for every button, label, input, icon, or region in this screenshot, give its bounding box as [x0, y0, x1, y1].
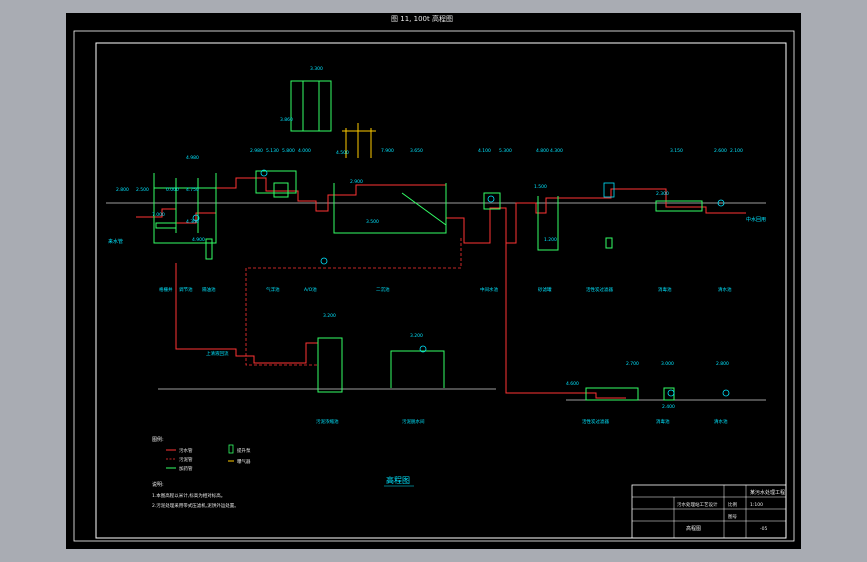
svg-text:4.600: 4.600 — [566, 381, 579, 387]
lower-unit-label: 清水池 — [714, 418, 728, 425]
svg-text:2.800: 2.800 — [116, 187, 129, 193]
svg-text:5.800: 5.800 — [282, 148, 295, 154]
svg-text:2.300: 2.300 — [656, 191, 669, 197]
process-label: 活性炭过滤器 — [586, 286, 613, 293]
sludge-return-label: 上清液回流 — [206, 350, 229, 357]
svg-text:比例: 比例 — [728, 501, 737, 508]
svg-text:7.900: 7.900 — [381, 148, 394, 154]
svg-text:某污水处理工程: 某污水处理工程 — [750, 489, 785, 496]
process-label: A/O池 — [304, 286, 317, 293]
svg-text:4.980: 4.980 — [186, 155, 199, 161]
process-label: 气浮池 — [266, 286, 280, 293]
svg-text:2.污泥处理采用带式压滤机,泥饼外运处置。: 2.污泥处理采用带式压滤机,泥饼外运处置。 — [152, 502, 239, 509]
svg-text:4.900: 4.900 — [192, 237, 205, 243]
svg-text:5.300: 5.300 — [499, 148, 512, 154]
drawing-sheet: 图 11, 100t 高程图 3.300 3.860 4.980 2.980 5… — [66, 13, 801, 549]
svg-text:图例:: 图例: — [152, 436, 164, 443]
svg-text:3.200: 3.200 — [410, 333, 423, 339]
svg-text:4.100: 4.100 — [478, 148, 491, 154]
svg-text:2.700: 2.700 — [626, 361, 639, 367]
svg-text:3.500: 3.500 — [366, 219, 379, 225]
outlet-label: 中水回用 — [746, 216, 766, 223]
lower-unit-label: 活性炭过滤器 — [582, 418, 609, 425]
svg-text:4.800: 4.800 — [536, 148, 549, 154]
svg-text:2.900: 2.900 — [350, 179, 363, 185]
svg-text:3.200: 3.200 — [323, 313, 336, 319]
svg-text:2.980: 2.980 — [250, 148, 263, 154]
process-labels: 格栅井 调节池 隔油池 气浮池 A/O池 二沉池 中间水池 砂滤罐 活性炭过滤器… — [159, 286, 732, 293]
svg-text:2.800: 2.800 — [716, 361, 729, 367]
svg-text:1.500: 1.500 — [534, 184, 547, 190]
sludge-pipe-dashed — [245, 238, 462, 366]
svg-text:污水处理站工艺设计: 污水处理站工艺设计 — [677, 501, 718, 508]
title-block: 某污水处理工程 污水处理站工艺设计 高程图 比例 1:100 图号 -05 — [631, 484, 787, 539]
level-tags: 3.300 3.860 4.980 2.980 5.130 5.800 4.00… — [116, 66, 743, 410]
svg-text:4.300: 4.300 — [550, 148, 563, 154]
svg-text:2.600: 2.600 — [714, 148, 727, 154]
svg-text:5.130: 5.130 — [266, 148, 279, 154]
svg-text:高程图: 高程图 — [686, 525, 701, 532]
equipment-markers — [192, 169, 730, 397]
svg-text:4.000: 4.000 — [298, 148, 311, 154]
svg-text:污水管: 污水管 — [179, 447, 193, 454]
drawing-title: 高程图 — [386, 475, 410, 485]
process-label: 二沉池 — [376, 286, 390, 293]
sludge-unit-label: 污泥脱水间 — [402, 418, 425, 425]
svg-text:0.000: 0.000 — [166, 187, 179, 193]
svg-text:曝气器: 曝气器 — [237, 458, 251, 465]
svg-text:1:100: 1:100 — [750, 502, 763, 508]
process-label: 隔油池 — [202, 286, 216, 293]
svg-text:4.750: 4.750 — [186, 187, 199, 193]
process-label: 中间水池 — [480, 286, 498, 293]
sludge-return-pipe — [175, 263, 319, 364]
title-caption: 图 11, 100t 高程图 — [391, 14, 453, 23]
svg-text:3.150: 3.150 — [670, 148, 683, 154]
svg-text:3.000: 3.000 — [661, 361, 674, 367]
legend: 图例: 污水管 污泥管 加药管 提升泵 曝气器 — [152, 436, 251, 472]
inlet-label: 来水管 — [108, 238, 123, 245]
svg-text:3.650: 3.650 — [410, 148, 423, 154]
outer-frame — [73, 30, 795, 542]
svg-text:污泥管: 污泥管 — [179, 456, 193, 463]
notes: 说明: 1.本图高程以米计,标高为相对标高。 2.污泥处理采用带式压滤机,泥饼外… — [152, 481, 239, 509]
svg-text:提升泵: 提升泵 — [237, 447, 251, 454]
svg-text:1.200: 1.200 — [544, 237, 557, 243]
process-label: 清水池 — [718, 286, 732, 293]
inner-frame — [95, 42, 787, 539]
process-label: 调节池 — [179, 286, 193, 293]
process-label: 格栅井 — [159, 286, 173, 293]
lower-unit-label: 消毒池 — [656, 418, 670, 425]
svg-text:4.500: 4.500 — [336, 150, 349, 156]
svg-text:3.860: 3.860 — [280, 117, 293, 123]
sludge-unit-label: 污泥浓缩池 — [316, 418, 339, 425]
process-label: 消毒池 — [658, 286, 672, 293]
water-pipe-branch — [505, 208, 626, 399]
svg-text:7.000: 7.000 — [152, 212, 165, 218]
svg-text:2.100: 2.100 — [730, 148, 743, 154]
cad-viewport: 图 11, 100t 高程图 3.300 3.860 4.980 2.980 5… — [0, 0, 867, 562]
svg-text:-05: -05 — [760, 526, 767, 532]
svg-text:2.400: 2.400 — [662, 404, 675, 410]
svg-text:4.300: 4.300 — [186, 219, 199, 225]
process-label: 砂滤罐 — [538, 286, 552, 293]
svg-text:图号: 图号 — [728, 514, 737, 520]
svg-text:2.500: 2.500 — [136, 187, 149, 193]
svg-text:1.本图高程以米计,标高为相对标高。: 1.本图高程以米计,标高为相对标高。 — [152, 492, 225, 499]
svg-text:加药管: 加药管 — [179, 465, 193, 472]
elevation-drawing: 图 11, 100t 高程图 3.300 3.860 4.980 2.980 5… — [73, 14, 795, 542]
svg-text:3.300: 3.300 — [310, 66, 323, 72]
svg-text:说明:: 说明: — [152, 481, 164, 488]
